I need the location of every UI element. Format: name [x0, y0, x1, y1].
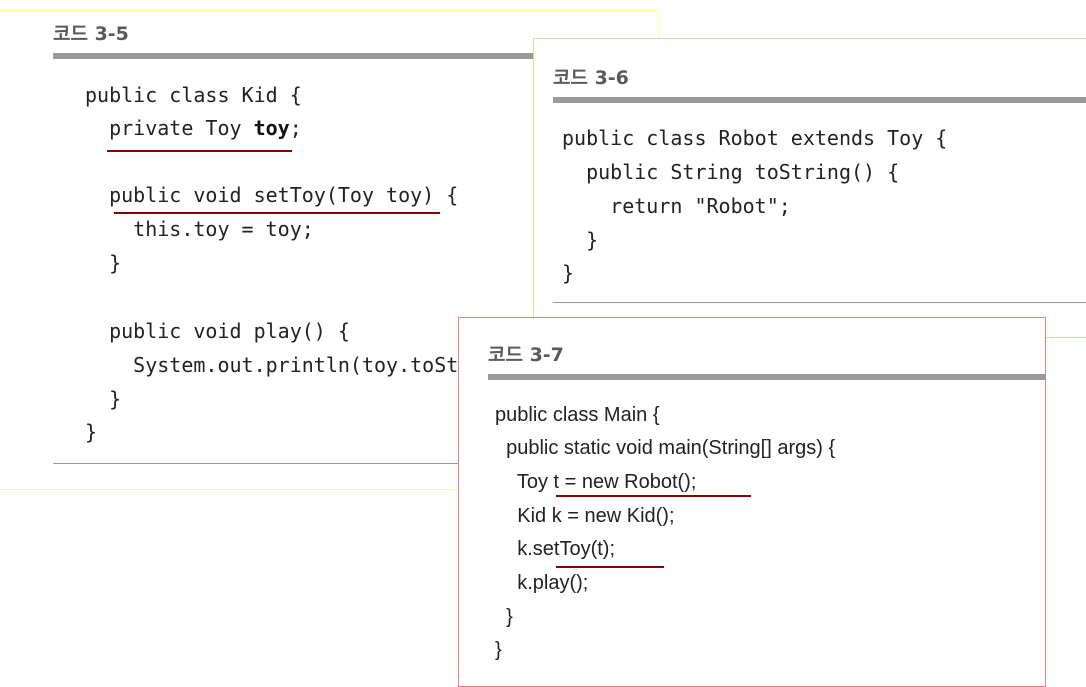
code-line: this.toy = toy; — [85, 217, 314, 241]
code-line: System.out.println(toy.toStr — [85, 353, 471, 377]
code-line: public String toString() { — [562, 160, 900, 184]
code-line: public void setToy(Toy toy) { — [85, 183, 459, 207]
highlight-underline — [556, 566, 664, 568]
code-panel-3-6: 코드 3-6 public class Robot extends Toy { … — [533, 38, 1086, 338]
code-line: Kid k = new Kid(); — [495, 505, 675, 527]
code-line: public class Main { — [495, 404, 660, 426]
code-line: public class Kid { — [85, 83, 302, 107]
code-line: k.play(); — [495, 572, 589, 594]
code-panel-3-7: 코드 3-7 public class Main { public static… — [458, 317, 1046, 687]
title-rule — [553, 97, 1086, 103]
code-line: public class Robot extends Toy { — [562, 126, 948, 150]
bottom-rule — [553, 302, 1086, 303]
code-line: private Toy toy; — [85, 116, 302, 140]
panel-title: 코드 3-6 — [553, 67, 629, 89]
code-line: } — [562, 228, 599, 252]
code-line: public void play() { — [85, 319, 350, 343]
title-rule — [488, 374, 1046, 380]
code-line: } — [495, 639, 502, 661]
code-line: } — [495, 606, 513, 628]
code-line: } — [562, 261, 575, 285]
code-line: Toy t = new Robot(); — [495, 471, 697, 493]
code-line: k.setToy(t); — [495, 538, 616, 560]
code-line: } — [85, 387, 122, 411]
code-line: } — [85, 251, 122, 275]
panel-title: 코드 3-7 — [488, 344, 564, 366]
field-name: toy — [253, 116, 290, 140]
highlight-underline — [114, 212, 440, 214]
panel-title: 코드 3-5 — [53, 23, 129, 45]
code-line: public static void main(String[] args) { — [495, 437, 836, 459]
highlight-underline — [107, 150, 292, 152]
highlight-underline — [556, 495, 751, 497]
code-line: return "Robot"; — [562, 194, 791, 218]
code-line: } — [85, 420, 98, 444]
